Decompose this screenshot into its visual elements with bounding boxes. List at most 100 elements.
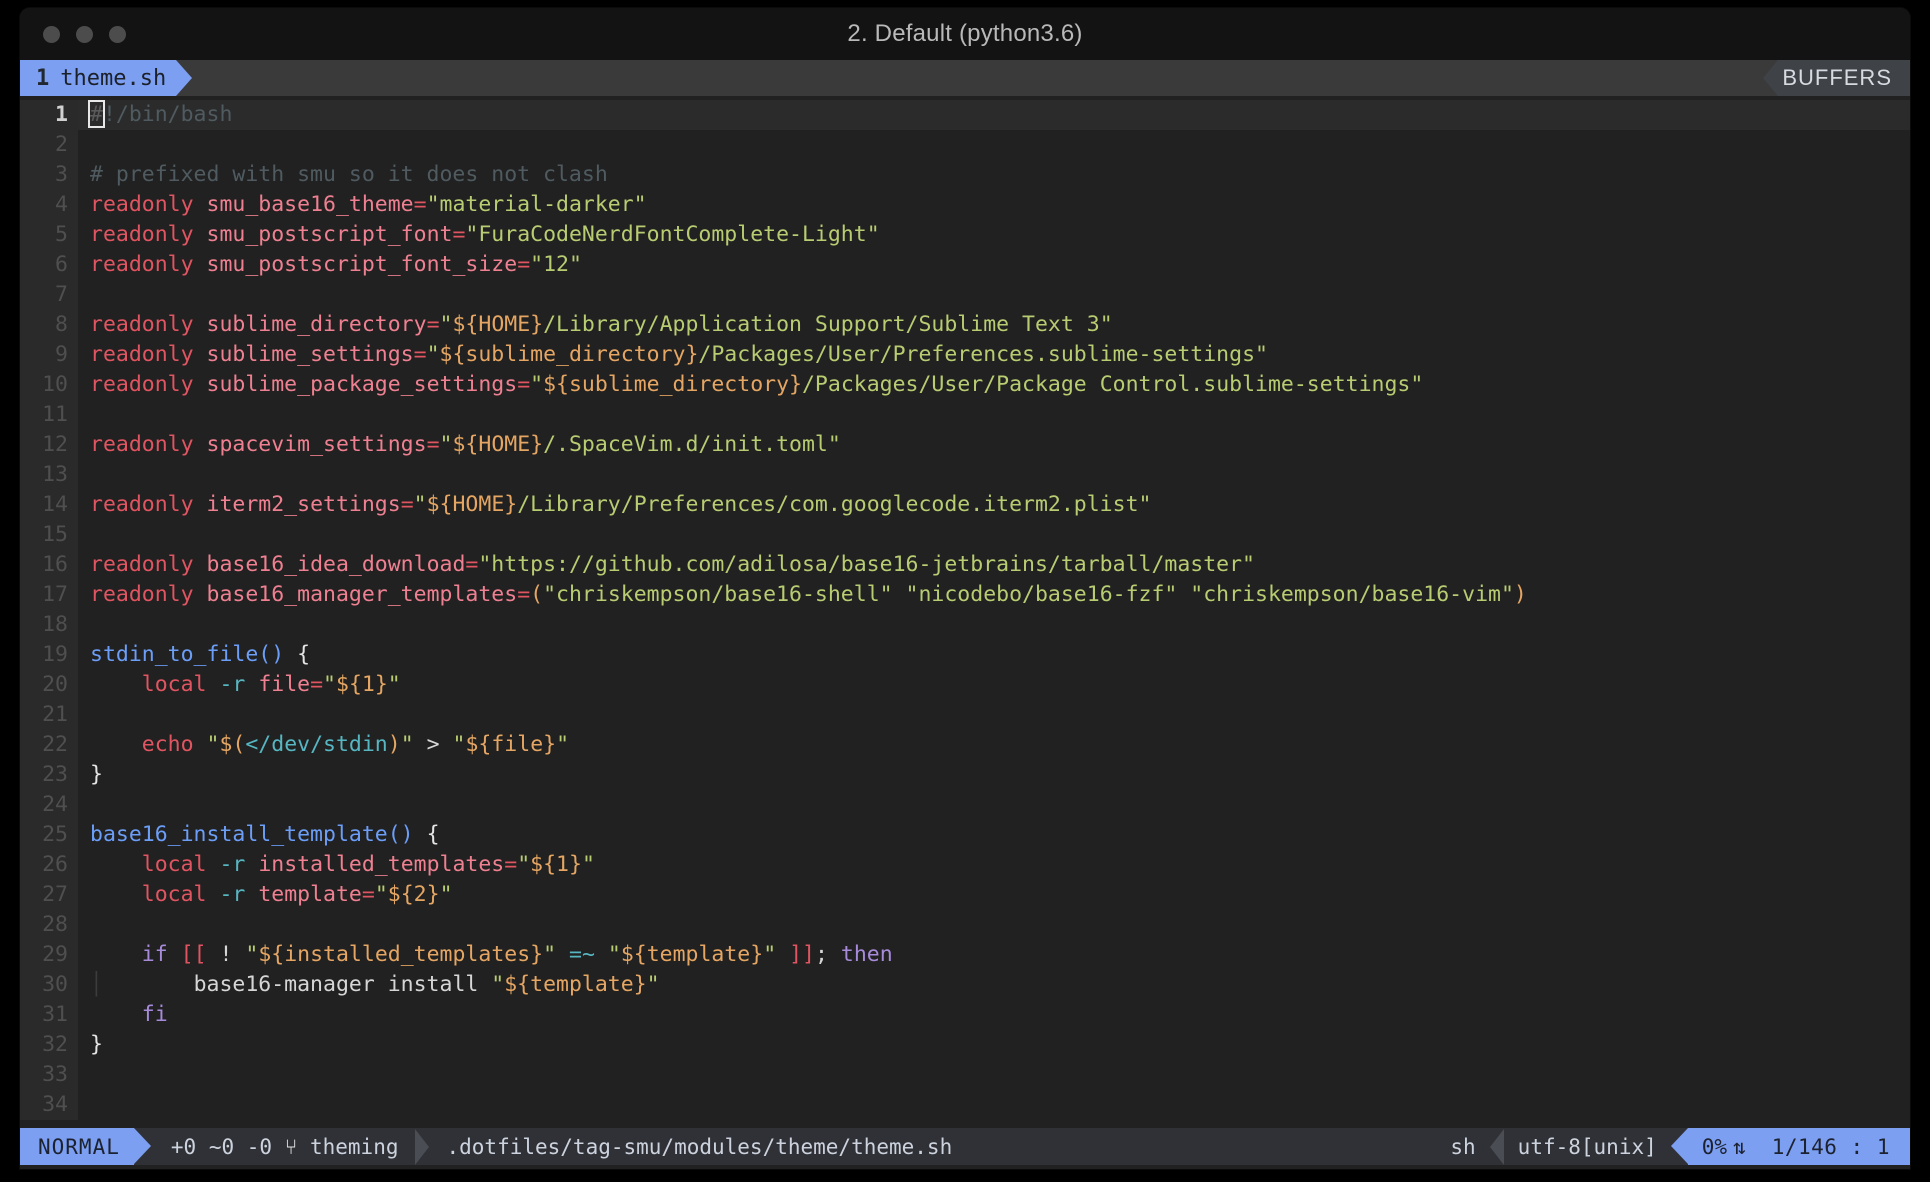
code-token: = [426,432,440,457]
code-token: local [141,882,207,907]
code-token: template [258,882,362,907]
code-text: local -r installed_templates="${1}" [78,850,1910,880]
traffic-light-buttons[interactable] [43,8,126,60]
line-number: 29 [20,940,78,970]
tabline: 1 theme.sh BUFFERS [20,60,1910,96]
code-line[interactable]: 14 readonly iterm2_settings="${HOME}/Libr… [20,490,1910,520]
code-token: file [258,672,311,697]
minimize-icon[interactable] [76,25,93,43]
code-line[interactable]: 26 local -r installed_templates="${1}" [20,850,1910,880]
code-token: " [245,942,259,967]
code-token: " [374,882,388,907]
code-line[interactable]: 10 readonly sublime_package_settings="${s… [20,370,1910,400]
code-line[interactable]: 12 readonly spacevim_settings="${HOME}/.S… [20,430,1910,460]
code-line[interactable]: 6 readonly smu_postscript_font_size="12" [20,250,1910,280]
code-token: = [517,372,531,397]
git-spacer-2 [234,1135,247,1159]
code-line[interactable]: 31 fi [20,1000,1910,1030]
code-line[interactable]: 1 #!/bin/bash [20,100,1910,130]
indent-guide: │ [90,972,142,997]
code-token: = [452,222,466,247]
code-line[interactable]: 20 local -r file="${1}" [20,670,1910,700]
git-spacer-4 [297,1135,310,1159]
status-filetype[interactable]: sh [1436,1128,1489,1165]
code-line[interactable]: 11 [20,400,1910,430]
code-token: " [646,972,660,997]
code-token: </dev/stdin [245,732,388,757]
code-token: readonly [90,372,194,397]
code-token: " [543,942,557,967]
status-git[interactable]: +0 ~0 -0 ⑂ theming [150,1128,415,1165]
code-line[interactable]: 2 [20,130,1910,160]
code-line[interactable]: 9 readonly sublime_settings="${sublime_di… [20,340,1910,370]
code-line[interactable]: 16 readonly base16_idea_download="https:/… [20,550,1910,580]
code-token: readonly [90,312,194,337]
code-token: " [556,732,570,757]
close-icon[interactable] [43,25,60,43]
buffers-arrow-icon [1763,60,1779,96]
code-token: " [607,942,621,967]
code-token: = [465,552,479,577]
code-line[interactable]: 3 # prefixed with smu so it does not clas… [20,160,1910,190]
code-line[interactable]: 22 echo "$(</dev/stdin)" > "${file}" [20,730,1910,760]
line-number: 25 [20,820,78,850]
terminal-window: 2. Default (python3.6) 1 theme.sh BUFFER… [20,8,1910,1169]
code-token: " [413,492,427,517]
code-line[interactable]: 29 if [[ ! "${installed_templates}" =~ "… [20,940,1910,970]
code-line[interactable]: 23} [20,760,1910,790]
code-line[interactable]: 19 stdin_to_file() { [20,640,1910,670]
status-encoding[interactable]: utf-8[unix] [1504,1128,1671,1165]
line-number: 13 [20,460,78,490]
code-line[interactable]: 7 [20,280,1910,310]
code-line[interactable]: 30 │ base16-manager install "${template}" [20,970,1910,1000]
code-text: readonly spacevim_settings="${HOME}/.Spa… [78,430,1910,460]
code-line[interactable]: 25 base16_install_template() { [20,820,1910,850]
code-token: [[ [180,942,207,967]
maximize-icon[interactable] [109,25,126,43]
code-token: readonly [90,492,194,517]
line-number: 18 [20,610,78,640]
code-token: installed_templates [258,852,505,877]
code-token: " [491,972,505,997]
tab-theme-sh[interactable]: 1 theme.sh [20,60,177,96]
code-line[interactable]: 34 [20,1090,1910,1120]
code-token: /Packages/User/Package Control.sublime-s… [801,372,1424,397]
code-line[interactable]: 27 local -r template="${2}" [20,880,1910,910]
code-line[interactable]: 21 [20,700,1910,730]
status-filepath[interactable]: .dotfiles/tag-smu/modules/theme/theme.sh [429,1128,969,1165]
window-titlebar[interactable]: 2. Default (python3.6) [20,8,1910,60]
code-line[interactable]: 28 [20,910,1910,940]
code-line[interactable]: 33 [20,1060,1910,1090]
code-line[interactable]: 18 [20,610,1910,640]
code-text: base16_install_template() { [78,820,1910,850]
code-editor[interactable]: 1 #!/bin/bash 2 3 # prefixed with smu so it … [20,96,1910,1128]
buffers-label[interactable]: BUFFERS [1778,60,1910,96]
code-text: readonly base16_idea_download="https://g… [78,550,1910,580]
code-line[interactable]: 32} [20,1030,1910,1060]
code-text: readonly base16_manager_templates=("chri… [78,580,1910,610]
code-line[interactable]: 15 [20,520,1910,550]
code-line[interactable]: 24 [20,790,1910,820]
line-number: 6 [20,250,78,280]
code-line[interactable]: 17 readonly base16_manager_templates=("ch… [20,580,1910,610]
code-line[interactable]: 4 readonly smu_base16_theme="material-dar… [20,190,1910,220]
line-number: 31 [20,1000,78,1030]
code-token: "FuraCodeNerdFontComplete-Light" [465,222,880,247]
code-token: " [387,672,401,697]
line-number: 7 [20,280,78,310]
code-token: "chriskempson/base16-shell" "nicodebo/ba… [543,582,1514,607]
code-line[interactable]: 5 readonly smu_postscript_font="FuraCodeN… [20,220,1910,250]
line-number: 20 [20,670,78,700]
line-number: 16 [20,550,78,580]
code-line[interactable]: 13 [20,460,1910,490]
code-token: = [361,882,375,907]
code-token: " [763,942,777,967]
line-number: 23 [20,760,78,790]
git-added: +0 [170,1134,197,1159]
code-line[interactable]: 8 readonly sublime_directory="${HOME}/Lib… [20,310,1910,340]
